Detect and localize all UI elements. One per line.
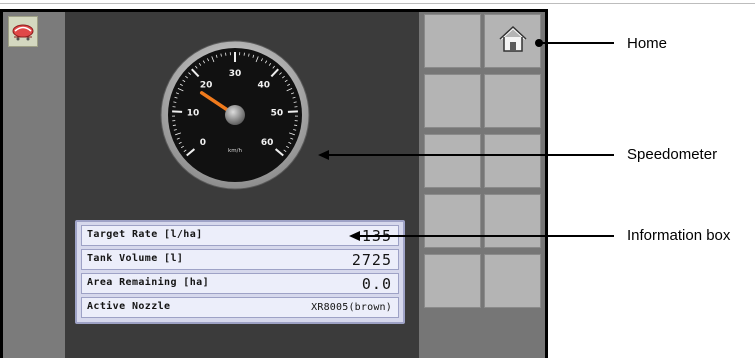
gauge-tick <box>294 124 298 126</box>
gauge-tick-label: 30 <box>229 69 242 79</box>
gauge-tick-label: 50 <box>271 109 284 119</box>
side-button-panel <box>419 12 545 358</box>
gauge-tick <box>287 110 298 113</box>
info-value: 0.0 <box>361 275 392 293</box>
gauge-tick-label: 60 <box>261 138 274 148</box>
app-tab[interactable] <box>8 16 38 47</box>
information-box-callout-line <box>359 235 614 237</box>
info-row-active-nozzle: Active Nozzle XR8005(brown) <box>81 297 399 318</box>
side-button-6[interactable] <box>484 134 541 188</box>
information-box-callout-label: Information box <box>627 227 731 244</box>
left-tab-strip <box>3 12 65 358</box>
gauge-unit-label: km/h <box>228 148 242 154</box>
figure-top-rule <box>0 3 755 4</box>
info-value: XR8005(brown) <box>311 302 392 313</box>
side-button-3[interactable] <box>424 74 481 128</box>
info-label: Active Nozzle <box>87 301 171 312</box>
info-label: Target Rate [l/ha] <box>87 229 203 240</box>
gauge-tick <box>172 124 176 126</box>
gauge-hub <box>225 105 245 125</box>
info-value: 2725 <box>351 251 392 269</box>
home-callout-line <box>539 42 614 44</box>
home-callout-label: Home <box>627 35 668 52</box>
console-screen: 0 10 20 30 40 50 60 km/h Target Rate [l/ha] 13… <box>3 12 545 358</box>
gauge-tick-label: 20 <box>200 80 213 90</box>
side-button-7[interactable] <box>424 194 481 248</box>
gauge-tick-label: 40 <box>258 80 271 90</box>
side-button-8[interactable] <box>484 194 541 248</box>
side-button-4[interactable] <box>484 74 541 128</box>
side-button-9[interactable] <box>424 254 481 308</box>
info-label: Area Remaining [ha] <box>87 277 209 288</box>
home-icon <box>499 25 527 52</box>
main-run-screen: 0 10 20 30 40 50 60 km/h Target Rate [l/ha] 13… <box>65 12 419 358</box>
gauge-tick-label: 10 <box>187 109 200 119</box>
sprayer-app-icon <box>12 24 34 41</box>
side-button-5[interactable] <box>424 134 481 188</box>
info-row-area-remaining: Area Remaining [ha] 0.0 <box>81 273 399 294</box>
speedometer-callout-line <box>328 154 614 156</box>
gauge-tick <box>172 110 183 113</box>
side-button-10[interactable] <box>484 254 541 308</box>
info-row-tank-volume: Tank Volume [l] 2725 <box>81 249 399 270</box>
info-label: Tank Volume [l] <box>87 253 184 264</box>
speedometer-callout-label: Speedometer <box>627 146 718 163</box>
speedometer: 0 10 20 30 40 50 60 km/h <box>160 40 310 190</box>
gauge-tick-label: 0 <box>200 138 206 148</box>
side-button-1[interactable] <box>424 14 481 68</box>
home-button[interactable] <box>484 14 541 68</box>
